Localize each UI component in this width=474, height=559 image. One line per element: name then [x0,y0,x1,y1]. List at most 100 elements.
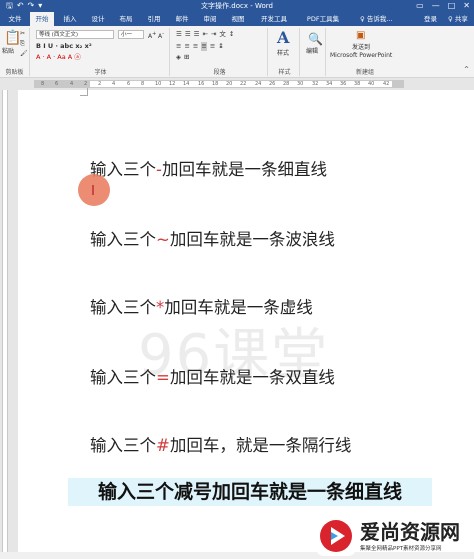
find-icon[interactable]: 🔍 [308,32,323,46]
shading-icon[interactable]: ◈ [176,53,181,62]
collapse-ribbon-icon[interactable]: ^ [464,66,469,74]
ruler-tick-label: 6 [55,81,59,87]
ruler-tick-label: 18 [212,81,219,87]
borders-icon[interactable]: ⊞ [184,53,189,62]
crop-mark [80,88,88,96]
ruler-numbers: 8 6 4 2 2 4 6 8 10 12 14 16 18 20 22 24 26 28 30 32 34 36 38 40… [34,80,404,88]
line-spacing-icon[interactable]: ↨ [218,42,223,51]
distribute-icon[interactable]: ≡ [210,42,215,51]
ribbon: 📋 粘贴 ✂ ⎘ 🖌 剪贴板 等线 (西文正文) 小一 A+ A- B I U … [0,26,474,78]
bullets-icon[interactable]: ☰ [176,30,182,39]
clipboard-group: 📋 粘贴 ✂ ⎘ 🖌 剪贴板 [0,28,30,76]
chinese-layout-icon[interactable]: 文 [219,30,226,39]
shading-buttons-row[interactable]: ◈ ⊞ [176,53,189,62]
tab-review[interactable]: 审阅 [198,12,222,26]
font-size-combo[interactable]: 小一 [118,30,144,39]
doc-line-2[interactable]: 输入三个~加回车就是一条波浪线 [90,226,335,250]
sort-icon[interactable]: ↕ [229,30,234,39]
window-title: 文字操作.docx - Word [201,2,273,10]
tab-home[interactable]: 开始 [30,12,54,26]
doc-line-3[interactable]: 输入三个*加回车就是一条虚线 [90,294,313,318]
title-bar: 🖫 ↶ ↷ ▾ 文字操作.docx - Word ▭ — □ ✕ [0,0,474,12]
ruler-tick-label: 8 [41,81,45,87]
tab-insert[interactable]: 插入 [58,12,82,26]
ruler-tick-label: 24 [255,81,262,87]
vertical-ruler[interactable] [0,90,10,555]
tab-design[interactable]: 设计 [86,12,110,26]
logo-mark-icon [316,516,356,556]
line-text-after: 加回车，就是一条隔行线 [169,436,352,455]
font-group: 等线 (西文正文) 小一 A+ A- B I U · abc x₂ x² A ·… [32,28,170,76]
shrink-font-icon[interactable]: A- [158,30,164,41]
ruler-tick-label: 26 [269,81,276,87]
align-buttons-row[interactable]: ≡ ≡ ≡ ≡ ≡ ↨ [176,42,224,51]
ribbon-tabs: 文件 开始 插入 设计 布局 引用 邮件 审阅 视图 开发工具 PDF工具集 ♀… [0,12,474,26]
font-format-row[interactable]: B I U · abc x₂ x² [36,42,92,51]
align-center-icon[interactable]: ≡ [184,42,189,51]
tab-layout[interactable]: 布局 [114,12,138,26]
vertical-ruler-band [2,90,8,555]
site-logo: 爱尚资源网 集聚全网精品PPT素材资源分享网 [316,514,472,558]
play-triangle-icon [320,520,352,552]
justify-icon[interactable]: ≡ [201,42,207,51]
tell-me-search[interactable]: ♀ 告诉我... [360,12,393,26]
ruler-tick-label: 4 [112,81,116,87]
horizontal-ruler[interactable]: 8 6 4 2 2 4 6 8 10 12 14 16 18 20 22 24 26 28 30 32 34 36 38 40… [0,78,474,90]
doc-line-4[interactable]: 输入三个=加回车就是一条双直线 [90,364,335,388]
editing-group: 🔍 编辑 [302,28,326,76]
ruler-tick-label: 4 [70,81,74,87]
font-name-combo[interactable]: 等线 (西文正文) [36,30,114,39]
tab-file[interactable]: 文件 [4,12,26,26]
multilevel-list-icon[interactable]: ☰ [194,30,200,39]
styles-icon[interactable]: A [277,28,289,47]
tab-developer[interactable]: 开发工具 [254,12,294,26]
maximize-button[interactable]: □ [448,0,456,12]
doc-line-1[interactable]: 输入三个-加回车就是一条细直线 [90,156,327,180]
send-to-ppt-line1[interactable]: 发送到 [352,44,370,52]
ribbon-display-icon[interactable]: ▭ [416,0,424,12]
line-symbol: * [156,298,165,317]
paste-label[interactable]: 粘贴 [2,48,14,56]
cut-icon[interactable]: ✂ [20,30,25,38]
login-link[interactable]: 登录 [424,12,437,26]
align-right-icon[interactable]: ≡ [193,42,198,51]
grow-font-icon[interactable]: A+ [148,30,156,41]
align-left-icon[interactable]: ≡ [176,42,181,51]
list-buttons-row[interactable]: ☰ ☰ ☰ ⇤ ⇥ 文 ↕ [176,30,234,39]
increase-indent-icon[interactable]: ⇥ [211,30,216,39]
paragraph-group-label: 段落 [213,69,226,76]
powerpoint-icon[interactable]: ▣ [356,30,365,42]
tab-pdf-tools[interactable]: PDF工具集 [300,12,346,26]
ruler-tick-label: 30 [297,81,304,87]
ruler-tick-label: 40 [368,81,375,87]
editing-button-label[interactable]: 编辑 [306,48,318,56]
window-controls: ▭ — □ ✕ [416,0,470,12]
line-symbol: ~ [156,230,170,249]
tab-mailings[interactable]: 邮件 [170,12,194,26]
ruler-tick-label: 42 [383,81,390,87]
ruler-tick-label: 34 [326,81,333,87]
ruler-tick-label: 2 [84,81,88,87]
logo-slogan: 集聚全网精品PPT素材资源分享网 [360,546,442,552]
ruler-tick-label: 12 [169,81,176,87]
line-symbol: = [156,368,170,387]
doc-line-5[interactable]: 输入三个#加回车，就是一条隔行线 [90,432,351,456]
font-color-row[interactable]: A · A · Aa A ⓐ [36,53,81,62]
close-button[interactable]: ✕ [463,0,470,12]
styles-button-label[interactable]: 样式 [277,50,289,58]
line-text-before: 输入三个 [90,436,156,455]
paste-icon[interactable]: 📋 [4,30,21,46]
decrease-indent-icon[interactable]: ⇤ [202,30,207,39]
share-button[interactable]: ♀ 共享 [448,12,468,26]
line-text-after: 加回车就是一条波浪线 [169,230,335,249]
minimize-button[interactable]: — [432,0,440,12]
format-painter-icon[interactable]: 🖌 [20,50,28,58]
font-group-label: 字体 [94,69,107,76]
tab-view[interactable]: 视图 [226,12,250,26]
send-to-ppt-line2[interactable]: Microsoft PowerPoint [330,52,392,60]
numbering-icon[interactable]: ☰ [185,30,191,39]
copy-icon[interactable]: ⎘ [20,40,25,48]
line-text-before: 输入三个 [90,298,156,317]
tab-references[interactable]: 引用 [142,12,166,26]
ruler-tick-label: 8 [141,81,145,87]
